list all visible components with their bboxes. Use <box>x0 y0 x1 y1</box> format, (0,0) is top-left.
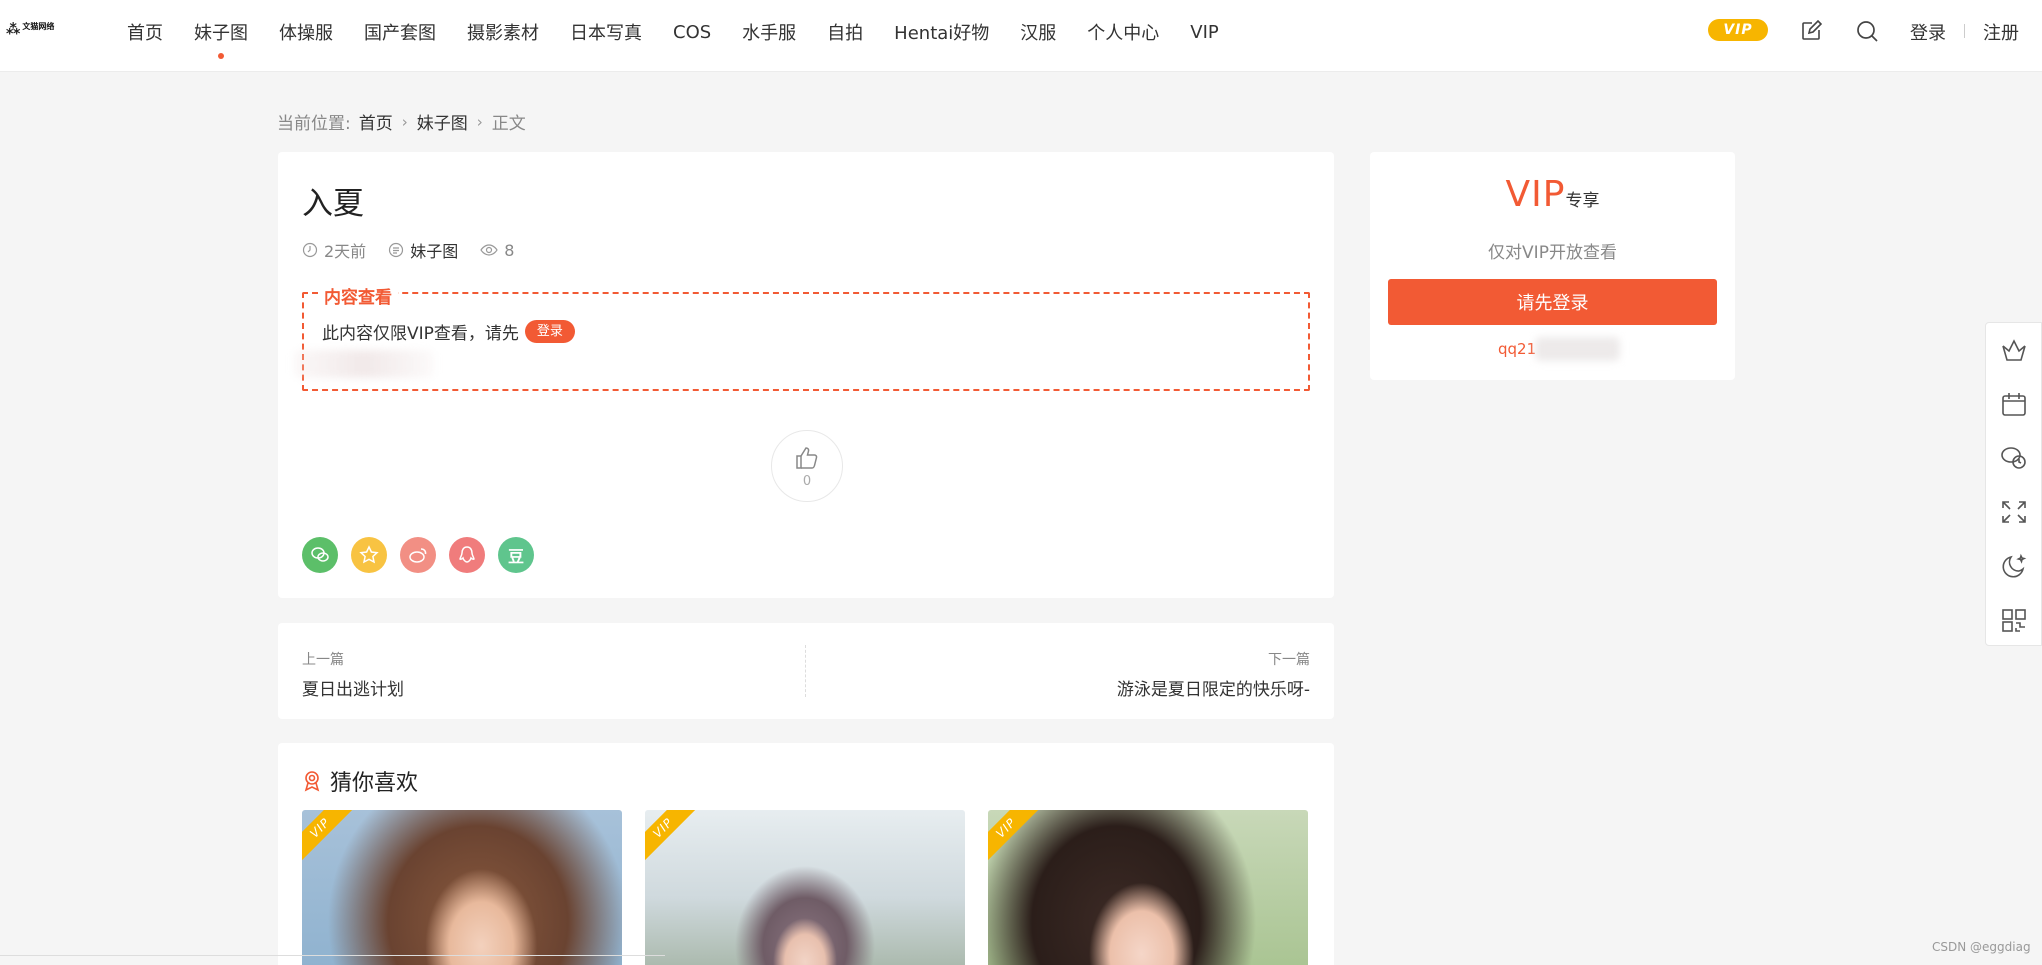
status-bar-edge <box>0 955 665 956</box>
breadcrumb: 当前位置: 首页 › 妹子图 › 正文 <box>277 109 526 135</box>
register-link[interactable]: 注册 <box>1983 19 2019 45</box>
vip-ribbon: VIP <box>988 810 1042 864</box>
fullscreen-button[interactable] <box>1986 485 2041 539</box>
next-post-link[interactable]: 下一篇 游泳是夏日限定的快乐呀- <box>1117 649 1310 700</box>
nav-item-girls[interactable]: 妹子图 <box>194 19 248 59</box>
article-card: 入夏 2天前 妹子图 8 内容查看 此内容仅限VIP查看，请先 登录 0 豆 <box>278 152 1334 598</box>
please-login-button[interactable]: 请先登录 <box>1388 279 1717 325</box>
vip-box-legend: 内容查看 <box>318 283 398 308</box>
like-button[interactable]: 0 <box>771 430 843 502</box>
nav-item-gym-suit[interactable]: 体操服 <box>279 19 333 45</box>
qzone-share-icon[interactable] <box>351 537 387 573</box>
vip-box-login-button[interactable]: 登录 <box>524 320 575 343</box>
qr-code-icon <box>2001 609 2026 632</box>
wechat-share-icon[interactable] <box>302 537 338 573</box>
header-divider <box>1964 24 1965 38</box>
nav-item-user-center[interactable]: 个人中心 <box>1087 19 1159 45</box>
next-post-title[interactable]: 游泳是夏日限定的快乐呀- <box>1117 675 1310 700</box>
post-navigation: 上一篇 夏日出逃计划 下一篇 游泳是夏日限定的快乐呀- <box>278 623 1334 719</box>
search-icon[interactable] <box>1856 20 1878 42</box>
recommend-thumbnail[interactable]: VIP <box>988 810 1308 965</box>
breadcrumb-prefix: 当前位置: <box>277 114 351 134</box>
chevron-right-icon: › <box>476 112 483 131</box>
recommend-section: 猜你喜欢 VIP VIP VIP <box>278 743 1334 965</box>
nav-item-home[interactable]: 首页 <box>127 19 163 45</box>
site-logo[interactable]: ⁂ 文猫网络 <box>6 19 62 41</box>
wechat-service-button[interactable] <box>1986 431 2041 485</box>
csdn-watermark: CSDN @eggdiag <box>1932 940 2031 954</box>
qr-code-button[interactable] <box>1986 593 2041 647</box>
prev-post-label: 上一篇 <box>302 652 344 668</box>
post-nav-divider <box>805 645 806 697</box>
calendar-icon <box>2001 393 2026 416</box>
vip-exclusive-card: VIP专享 仅对VIP开放查看 请先登录 qq21 <box>1370 152 1735 380</box>
medal-icon <box>304 771 320 792</box>
eye-icon <box>480 244 498 256</box>
publish-time: 2天前 <box>324 242 367 261</box>
chevron-right-icon: › <box>401 112 408 131</box>
article-category-link[interactable]: 妹子图 <box>410 238 458 262</box>
vip-card-title-suffix: 专享 <box>1565 191 1600 211</box>
blurred-region <box>294 350 434 378</box>
expand-icon <box>2001 501 2026 523</box>
edit-icon[interactable] <box>1800 19 1823 42</box>
prev-post-title[interactable]: 夏日出逃计划 <box>302 675 404 700</box>
login-link[interactable]: 登录 <box>1910 19 1946 45</box>
nav-item-japan-photos[interactable]: 日本写真 <box>570 19 642 45</box>
weibo-share-icon[interactable] <box>400 537 436 573</box>
clock-icon <box>302 242 318 258</box>
thumbs-up-icon <box>796 446 818 469</box>
prev-post-link[interactable]: 上一篇 夏日出逃计划 <box>302 649 404 700</box>
article-meta: 2天前 妹子图 8 <box>302 238 536 262</box>
vip-qq-contact: qq21 <box>1498 340 1537 358</box>
category-icon <box>389 242 404 258</box>
nav-item-domestic-sets[interactable]: 国产套图 <box>364 19 436 45</box>
breadcrumb-current: 正文 <box>491 114 526 134</box>
breadcrumb-category[interactable]: 妹子图 <box>417 109 468 134</box>
sign-in-button[interactable] <box>1986 377 2041 431</box>
qq-share-icon[interactable] <box>449 537 485 573</box>
nav-item-vip[interactable]: VIP <box>1190 22 1218 43</box>
main-nav: 首页 妹子图 体操服 国产套图 摄影素材 日本写真 COS 水手服 自拍 Hen… <box>127 0 1250 64</box>
vip-basket-button[interactable] <box>1986 323 2041 377</box>
dark-mode-button[interactable] <box>1986 539 2041 593</box>
nav-item-hanfu[interactable]: 汉服 <box>1020 19 1056 45</box>
wechat-icon <box>2000 447 2026 469</box>
view-count: 8 <box>504 240 515 260</box>
nav-item-sailor-suit[interactable]: 水手服 <box>742 19 796 45</box>
recommend-title: 猜你喜欢 <box>330 771 419 796</box>
vip-content-box: 内容查看 此内容仅限VIP查看，请先 登录 <box>294 283 1310 391</box>
like-count: 0 <box>802 473 812 489</box>
vip-badge[interactable]: VIP <box>1708 19 1768 41</box>
nav-item-photo-material[interactable]: 摄影素材 <box>467 19 539 45</box>
next-post-label: 下一篇 <box>1268 652 1310 668</box>
blurred-region <box>1535 337 1620 361</box>
logo-mark-icon: ⁂ <box>6 22 21 38</box>
nav-item-hentai-goods[interactable]: Hentai好物 <box>894 19 989 45</box>
vip-ribbon: VIP <box>302 810 356 864</box>
top-navbar: ⁂ 文猫网络 首页 妹子图 体操服 国产套图 摄影素材 日本写真 COS 水手服… <box>0 0 2042 72</box>
nav-item-selfie[interactable]: 自拍 <box>827 19 863 45</box>
moon-icon <box>2002 553 2026 578</box>
vip-ribbon: VIP <box>645 810 699 864</box>
vip-box-message: 此内容仅限VIP查看，请先 <box>322 324 519 344</box>
breadcrumb-home[interactable]: 首页 <box>359 109 393 134</box>
recommend-thumbnail[interactable]: VIP <box>302 810 622 965</box>
logo-text: 文猫网络 <box>22 22 55 31</box>
vip-card-title: VIP <box>1505 174 1566 215</box>
nav-item-cos[interactable]: COS <box>673 22 711 43</box>
floating-toolbar <box>1985 322 2042 646</box>
recommend-thumbnail[interactable]: VIP <box>645 810 965 965</box>
share-bar: 豆 <box>302 537 547 573</box>
basket-icon <box>2001 339 2026 361</box>
vip-card-desc: 仅对VIP开放查看 <box>1488 243 1617 263</box>
douban-share-icon[interactable]: 豆 <box>498 537 534 573</box>
article-title: 入夏 <box>302 186 364 222</box>
